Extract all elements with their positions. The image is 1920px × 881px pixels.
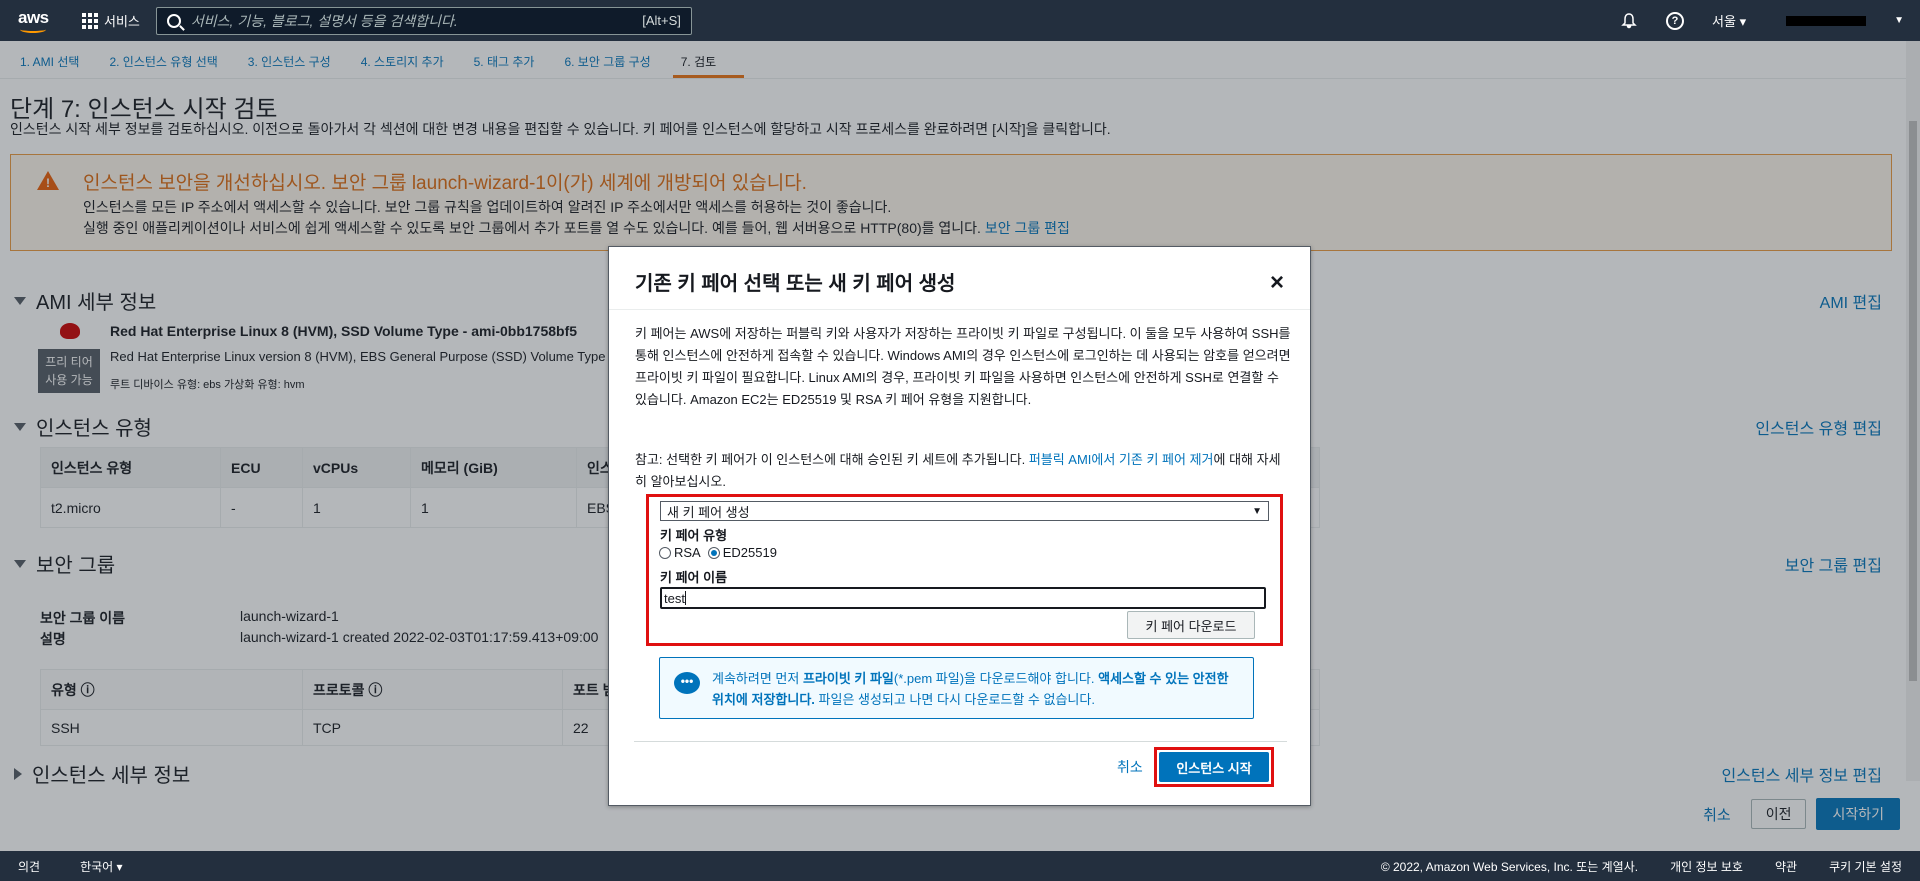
footer: 의견 한국어 ▾ © 2022, Amazon Web Services, In… [0, 851, 1920, 881]
terms-link[interactable]: 약관 [1775, 858, 1797, 875]
info-alert: ••• 계속하려면 먼저 프라이빗 키 파일(*.pem 파일)을 다운로드해야… [659, 657, 1254, 719]
chevron-down-icon: ▼ [1252, 505, 1262, 517]
key-pair-name-input[interactable]: test [660, 587, 1266, 609]
key-pair-type-label: 키 페어 유형 [660, 528, 728, 543]
aws-logo[interactable]: aws [16, 6, 62, 36]
services-label: 서비스 [104, 14, 140, 29]
close-icon[interactable]: × [1270, 269, 1284, 297]
info-part: 프라이빗 키 파일 [802, 671, 894, 686]
modal-note: 참고: 선택한 키 페어가 이 인스턴스에 대해 승인된 키 세트에 추가됩니다… [635, 449, 1291, 493]
key-pair-modal: 기존 키 페어 선택 또는 새 키 페어 생성 × 키 페어는 AWS에 저장하… [608, 246, 1311, 806]
footer-links: © 2022, Amazon Web Services, Inc. 또는 계열사… [1381, 858, 1902, 875]
search-placeholder: 서비스, 기능, 블로그, 설명서 등을 검색합니다. [190, 12, 458, 29]
cookie-preferences-link[interactable]: 쿠키 기본 설정 [1829, 858, 1902, 875]
search-input[interactable]: 서비스, 기능, 블로그, 설명서 등을 검색합니다. [Alt+S] [155, 6, 692, 35]
nav-right: ? 서울 ▾ ▼ [1620, 11, 1920, 30]
ed25519-radio[interactable] [707, 546, 720, 559]
chat-bubble-icon: ••• [674, 672, 700, 694]
text-cursor [684, 591, 686, 605]
top-navigation: aws 서비스 서비스, 기능, 블로그, 설명서 등을 검색합니다. [Alt… [0, 0, 1920, 41]
feedback-link[interactable]: 의견 [18, 858, 40, 875]
search-shortcut: [Alt+S] [642, 13, 681, 28]
help-icon[interactable]: ? [1666, 11, 1685, 30]
key-pair-type-radios: RSA ED25519 [659, 545, 777, 560]
bell-icon[interactable] [1620, 12, 1638, 30]
privacy-link[interactable]: 개인 정보 보호 [1670, 858, 1743, 875]
divider [609, 309, 1310, 310]
grid-icon [82, 12, 98, 29]
search-icon [166, 13, 181, 28]
region-selector[interactable]: 서울 ▾ [1712, 11, 1746, 30]
launch-instance-button[interactable]: 인스턴스 시작 [1159, 752, 1269, 782]
remove-key-pair-link[interactable]: 퍼블릭 AMI에서 기존 키 페어 제거 [1029, 452, 1214, 467]
rsa-radio[interactable] [659, 546, 671, 559]
account-menu[interactable] [1786, 15, 1867, 26]
services-menu-button[interactable]: 서비스 [82, 11, 140, 30]
info-part: (*.pem 파일)을 다운로드해야 합니다. [893, 671, 1099, 686]
chevron-down-icon[interactable]: ▼ [1894, 15, 1904, 26]
modal-description: 키 페어는 AWS에 저장하는 퍼블릭 키와 사용자가 저장하는 프라이빗 키 … [635, 326, 1291, 407]
aws-logo-text: aws [18, 7, 49, 27]
key-pair-name-label: 키 페어 이름 [660, 570, 728, 585]
info-part: 파일은 생성되고 나면 다시 다운로드할 수 없습니다. [814, 692, 1095, 707]
ed25519-label: ED25519 [722, 545, 777, 560]
modal-cancel-link[interactable]: 취소 [1117, 757, 1143, 777]
rsa-label: RSA [674, 545, 701, 560]
info-text: 계속하려면 먼저 프라이빗 키 파일(*.pem 파일)을 다운로드해야 합니다… [712, 668, 1242, 710]
key-pair-name-value: test [664, 590, 685, 606]
note-prefix: 참고: 선택한 키 페어가 이 인스턴스에 대해 승인된 키 세트에 추가됩니다… [635, 452, 1026, 467]
key-pair-select[interactable]: 새 키 페어 생성 ▼ [660, 501, 1269, 521]
language-selector[interactable]: 한국어 ▾ [80, 858, 122, 875]
info-part: 계속하려면 먼저 [712, 671, 803, 686]
divider [634, 741, 1287, 742]
key-pair-select-value: 새 키 페어 생성 [667, 504, 750, 520]
aws-smile-icon [20, 26, 46, 33]
modal-title: 기존 키 페어 선택 또는 새 키 페어 생성 [635, 273, 956, 295]
copyright: © 2022, Amazon Web Services, Inc. 또는 계열사… [1380, 859, 1639, 874]
download-key-pair-button[interactable]: 키 페어 다운로드 [1127, 611, 1255, 639]
